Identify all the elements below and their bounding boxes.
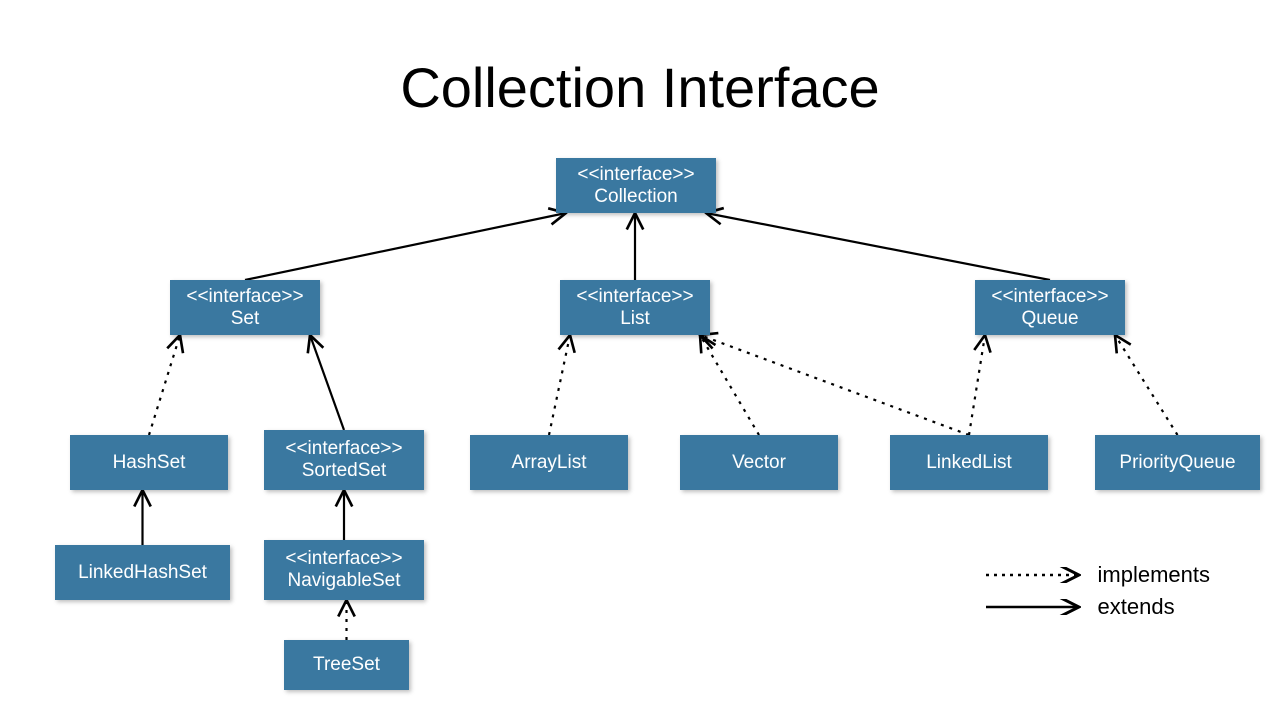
node-vector: Vector <box>680 435 838 490</box>
node-linkedhashset: LinkedHashSet <box>55 545 230 600</box>
edge-sortedset-to-set <box>310 335 344 430</box>
node-stereotype: <<interface>> <box>186 286 303 308</box>
node-label: LinkedHashSet <box>78 562 207 584</box>
legend-extends-label: extends <box>1098 594 1175 620</box>
node-navigableset: <<interface>>NavigableSet <box>264 540 424 600</box>
node-hashset: HashSet <box>70 435 228 490</box>
node-label: Collection <box>594 186 677 208</box>
node-label: TreeSet <box>313 654 380 676</box>
node-set: <<interface>>Set <box>170 280 320 335</box>
edge-priorityqueue-to-queue <box>1115 335 1178 435</box>
node-label: LinkedList <box>926 452 1012 474</box>
node-label: SortedSet <box>302 460 387 482</box>
node-treeset: TreeSet <box>284 640 409 690</box>
legend-row-implements: implements <box>984 562 1210 588</box>
node-priorityqueue: PriorityQueue <box>1095 435 1260 490</box>
diagram-title: Collection Interface <box>0 55 1280 120</box>
node-label: ArrayList <box>512 452 587 474</box>
node-label: Queue <box>1021 308 1078 330</box>
legend-row-extends: extends <box>984 594 1210 620</box>
node-stereotype: <<interface>> <box>285 548 402 570</box>
node-collection: <<interface>>Collection <box>556 158 716 213</box>
node-label: NavigableSet <box>287 570 400 592</box>
edge-set-to-collection <box>245 213 566 280</box>
node-sortedset: <<interface>>SortedSet <box>264 430 424 490</box>
node-arraylist: ArrayList <box>470 435 628 490</box>
node-list: <<interface>>List <box>560 280 710 335</box>
edge-vector-to-list <box>700 335 759 435</box>
node-label: HashSet <box>113 452 186 474</box>
legend-implements-label: implements <box>1098 562 1210 588</box>
edge-linkedlist-to-list <box>700 335 969 435</box>
node-stereotype: <<interface>> <box>991 286 1108 308</box>
node-stereotype: <<interface>> <box>285 438 402 460</box>
node-label: List <box>620 308 650 330</box>
legend: implements extends <box>984 556 1210 620</box>
node-label: Vector <box>732 452 786 474</box>
node-stereotype: <<interface>> <box>577 164 694 186</box>
edge-linkedlist-to-queue <box>969 335 985 435</box>
node-label: Set <box>231 308 260 330</box>
edge-arraylist-to-list <box>549 335 570 435</box>
edge-queue-to-collection <box>706 213 1050 280</box>
node-linkedlist: LinkedList <box>890 435 1048 490</box>
node-stereotype: <<interface>> <box>576 286 693 308</box>
edge-hashset-to-set <box>149 335 180 435</box>
node-label: PriorityQueue <box>1119 452 1235 474</box>
node-queue: <<interface>>Queue <box>975 280 1125 335</box>
